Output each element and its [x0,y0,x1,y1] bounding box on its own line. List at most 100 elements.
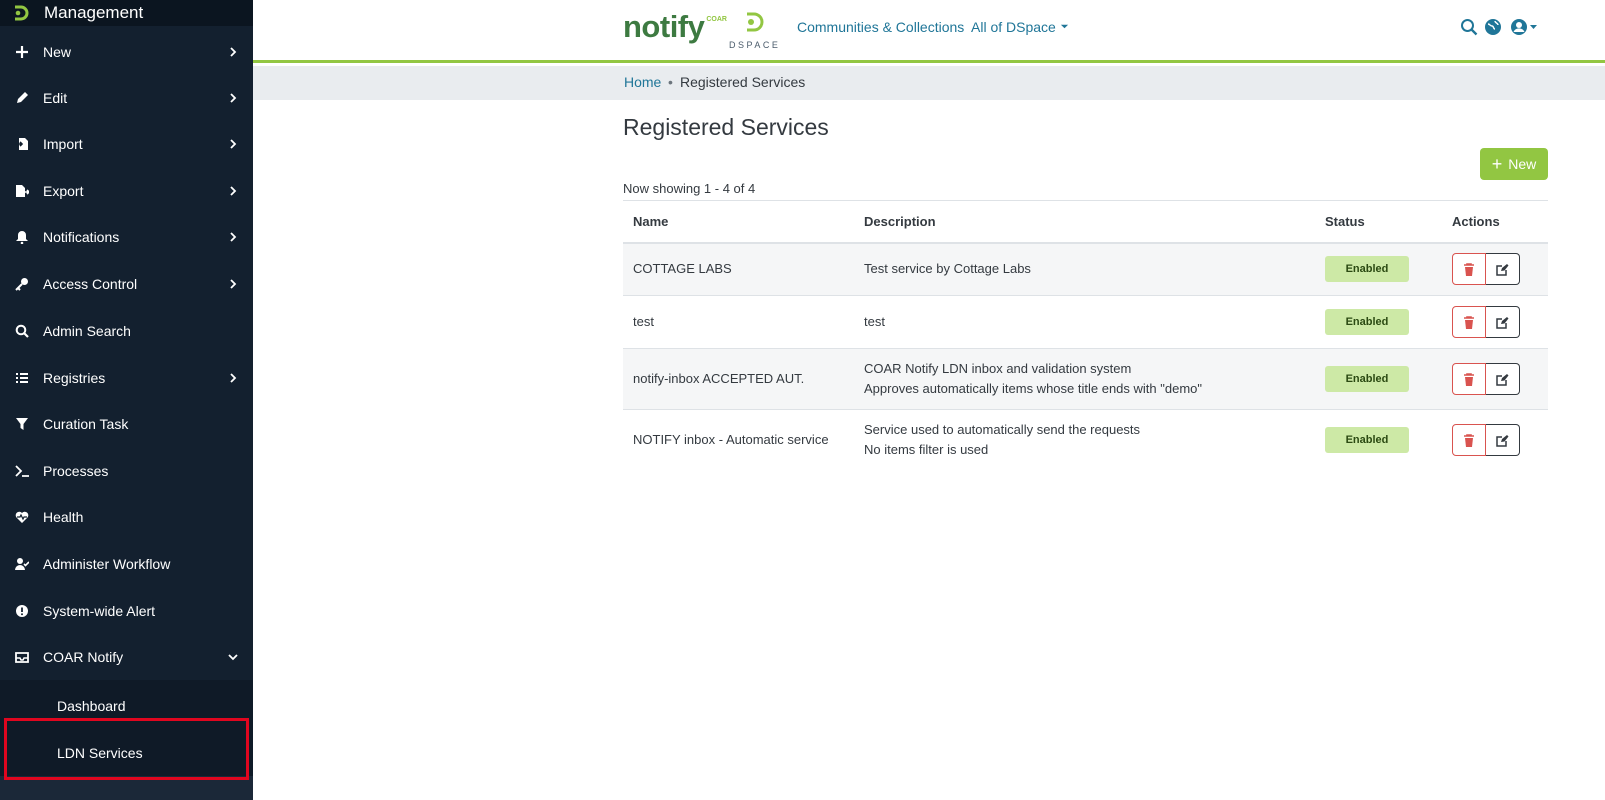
sidebar-item-label: System-wide Alert [43,603,156,619]
new-service-button[interactable]: + New [1480,148,1548,180]
description-line: No items filter is used [864,442,989,458]
sidebar-item-processes[interactable]: Processes [0,448,253,494]
highlight-box [4,718,249,780]
service-description: Test service by Cottage Labs [854,242,1315,296]
sidebar-item-notifications[interactable]: Notifications [0,214,253,260]
chevron-right-icon [230,93,237,103]
delete-button[interactable] [1452,253,1486,286]
dspace-logo[interactable]: DSPACE [729,12,779,50]
sidebar-item-coar-notify[interactable]: COAR Notify [0,634,253,680]
sidebar-item-label: New [43,44,72,60]
edit-icon [1496,316,1509,329]
exclamation-circle-icon [14,603,30,619]
column-header-actions: Actions [1442,200,1548,244]
edit-icon [1496,373,1509,386]
chevron-right-icon [230,186,237,196]
sidebar-item-system-wide-alert[interactable]: System-wide Alert [0,588,253,634]
header-actions [1460,18,1538,41]
edit-button[interactable] [1486,306,1520,338]
terminal-icon [14,463,30,479]
services-table: Name Description Status Actions COTTAGE … [623,200,1548,471]
list-icon [14,370,30,386]
actions-cell [1442,348,1548,410]
edit-button[interactable] [1486,424,1520,457]
status-badge: Enabled [1325,309,1409,335]
chevron-right-icon [230,232,237,242]
trash-icon [1464,433,1474,447]
sidebar-item-export[interactable]: Export [0,168,253,214]
sidebar-item-new[interactable]: New [0,29,253,75]
sidebar-item-health[interactable]: Health [0,494,253,540]
actions-cell [1442,295,1548,349]
description-line: Service used to automatically send the r… [864,422,1141,438]
status-badge: Enabled [1325,427,1409,454]
table-row: notify-inbox ACCEPTED AUT. COAR Notify L… [623,348,1548,410]
status-cell: Enabled [1315,348,1442,410]
heartbeat-icon [14,509,30,525]
caret-down-icon [1060,24,1068,29]
chevron-right-icon [230,139,237,149]
service-description: Service used to automatically send the r… [854,409,1315,471]
notify-logo[interactable]: notify COAR [623,10,727,44]
filter-icon [14,416,30,432]
delete-button[interactable] [1452,306,1486,338]
sidebar-item-label: Export [43,183,84,199]
service-description: COAR Notify LDN inbox and validation sys… [854,348,1315,410]
chevron-right-icon [230,279,237,289]
chevron-right-icon [230,373,237,383]
status-badge: Enabled [1325,366,1409,392]
sidebar-item-curation-task[interactable]: Curation Task [0,401,253,447]
table-row: test test Enabled [623,295,1548,349]
sidebar-item-label: Access Control [43,276,138,292]
status-badge: Enabled [1325,256,1409,283]
trash-icon [1464,315,1474,329]
page-title: Registered Services [623,114,829,140]
sidebar-item-edit[interactable]: Edit [0,75,253,121]
sidebar-item-label: Curation Task [43,416,129,432]
status-cell: Enabled [1315,242,1442,296]
delete-button[interactable] [1452,363,1486,395]
dspace-logo-text: DSPACE [729,40,781,50]
language-globe-icon[interactable] [1484,18,1502,41]
delete-button[interactable] [1452,424,1486,457]
sidebar-item-registries[interactable]: Registries [0,355,253,401]
search-icon [14,323,30,339]
user-check-icon [14,556,30,572]
sidebar-item-label: Import [43,136,83,152]
sidebar-item-access-control[interactable]: Access Control [0,261,253,307]
breadcrumb-current: Registered Services [680,74,806,90]
user-menu-icon[interactable] [1510,18,1538,41]
edit-button[interactable] [1486,253,1520,286]
breadcrumb-home-link[interactable]: Home [624,74,661,90]
trash-icon [1464,262,1474,276]
inbox-icon [14,649,30,665]
file-export-icon [14,183,30,199]
breadcrumb: Home • Registered Services [253,66,1605,100]
status-cell: Enabled [1315,295,1442,349]
sidebar-item-import[interactable]: Import [0,121,253,167]
sidebar-item-label: Notifications [43,229,120,245]
plus-icon: + [1491,154,1503,174]
service-description: test [854,295,1315,349]
sidebar-item-label: Administer Workflow [43,556,171,572]
search-icon[interactable] [1460,18,1478,41]
breadcrumb-separator: • [668,74,673,90]
column-header-description: Description [854,200,1315,244]
trash-icon [1464,372,1474,386]
admin-sidebar: Management New Edit Import Export Notifi… [0,0,253,800]
sidebar-header: Management [0,0,253,26]
dspace-logo-icon[interactable] [12,3,32,23]
sidebar-item-administer-workflow[interactable]: Administer Workflow [0,541,253,587]
coar-logo-text: COAR [706,16,727,23]
sidebar-item-admin-search[interactable]: Admin Search [0,308,253,354]
edit-button[interactable] [1486,363,1520,395]
chevron-down-icon [228,654,238,661]
service-name: COTTAGE LABS [623,242,854,296]
nav-all-of-dspace[interactable]: All of DSpace [971,19,1069,35]
nav-communities-collections[interactable]: Communities & Collections [797,19,964,35]
table-row: NOTIFY inbox - Automatic service Service… [623,409,1548,471]
edit-icon [1496,263,1509,276]
file-import-icon [14,136,30,152]
sidebar-item-label: Admin Search [43,323,131,339]
service-name: test [623,295,854,349]
